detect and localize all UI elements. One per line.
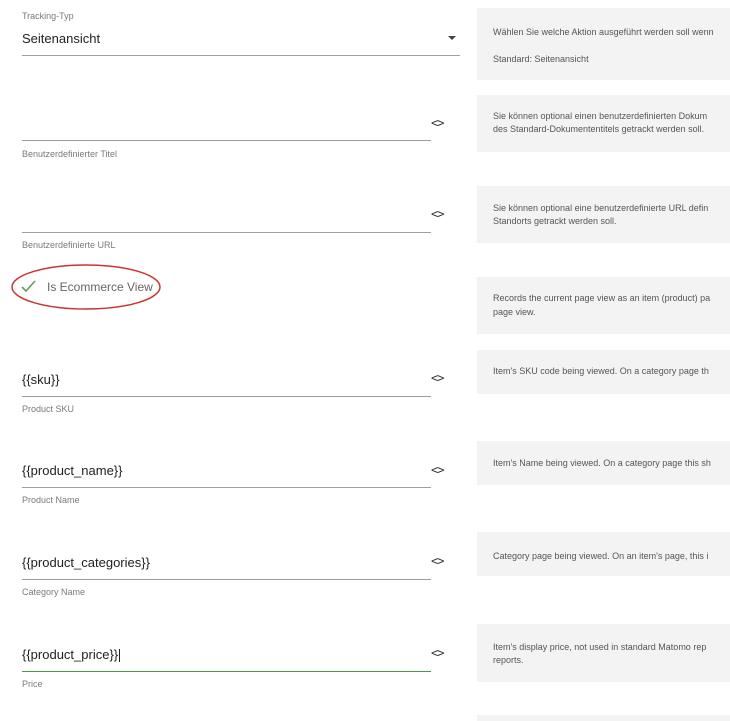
custom-url-help-line2: Standorts getrackt werden soll.: [493, 216, 617, 226]
category-name-input[interactable]: {{product_categories}}: [22, 549, 431, 580]
custom-title-underline: [22, 140, 431, 141]
custom-url-label: Benutzerdefinierte URL: [22, 240, 116, 250]
code-variable-icon[interactable]: <>: [431, 646, 444, 660]
code-variable-icon[interactable]: <>: [431, 371, 444, 385]
next-help-box: [477, 715, 730, 721]
product-name-help: Item's Name being viewed. On a category …: [477, 441, 730, 485]
ecommerce-view-help-line2: page view.: [493, 307, 536, 317]
product-name-value: {{product_name}}: [22, 463, 123, 478]
price-help-line1: Item's display price, not used in standa…: [493, 642, 707, 652]
code-variable-icon[interactable]: <>: [431, 463, 444, 477]
category-name-help-line1: Category page being viewed. On an item's…: [493, 551, 709, 561]
category-name-value: {{product_categories}}: [22, 555, 150, 570]
category-name-label: Category Name: [22, 587, 86, 597]
chevron-down-icon[interactable]: [448, 36, 456, 40]
code-variable-icon[interactable]: <>: [431, 207, 444, 221]
custom-title-help-line2: des Standard-Dokumententitels getrackt w…: [493, 124, 705, 134]
price-underline: [22, 671, 431, 672]
product-sku-label: Product SKU: [22, 404, 75, 414]
price-input[interactable]: {{product_price}}: [22, 641, 431, 672]
category-name-underline: [22, 579, 431, 580]
product-name-help-line1: Item's Name being viewed. On a category …: [493, 458, 711, 468]
price-help: Item's display price, not used in standa…: [477, 624, 730, 682]
custom-title-label: Benutzerdefinierter Titel: [22, 149, 118, 159]
custom-title-help-line1: Sie können optional einen benutzerdefini…: [493, 111, 708, 121]
product-name-input[interactable]: {{product_name}}: [22, 457, 431, 488]
tracking-type-select[interactable]: Seitenansicht: [22, 27, 460, 56]
product-sku-input[interactable]: {{sku}}: [22, 366, 431, 397]
ecommerce-view-label: Is Ecommerce View: [47, 280, 153, 294]
tracking-type-underline: [22, 55, 460, 56]
product-sku-help-line1: Item's SKU code being viewed. On a categ…: [493, 366, 709, 376]
tracking-type-help-default: Standard: Seitenansicht: [493, 54, 589, 64]
category-name-help: Category page being viewed. On an item's…: [477, 532, 730, 576]
product-name-label: Product Name: [22, 495, 80, 505]
text-caret: [119, 649, 121, 663]
price-value: {{product_price}}: [22, 647, 121, 663]
custom-title-help: Sie können optional einen benutzerdefini…: [477, 95, 730, 152]
custom-url-underline: [22, 232, 431, 233]
tracking-type-help: Wählen Sie welche Aktion ausgeführt werd…: [477, 8, 730, 80]
ecommerce-view-help: Records the current page view as an item…: [477, 277, 730, 334]
tracking-type-label: Tracking-Typ: [22, 11, 74, 21]
code-variable-icon[interactable]: <>: [431, 116, 444, 130]
price-help-line2: reports.: [493, 655, 524, 665]
checkmark-icon: [21, 280, 36, 293]
ecommerce-view-checkbox[interactable]: Is Ecommerce View: [20, 278, 155, 296]
custom-url-help: Sie können optional eine benutzerdefinie…: [477, 186, 730, 243]
product-sku-underline: [22, 396, 431, 397]
tracking-type-value: Seitenansicht: [22, 31, 101, 46]
price-value-text: {{product_price}}: [22, 647, 119, 662]
tracking-type-help-text: Wählen Sie welche Aktion ausgeführt werd…: [493, 27, 714, 37]
custom-url-help-line1: Sie können optional eine benutzerdefinie…: [493, 203, 709, 213]
code-variable-icon[interactable]: <>: [431, 554, 444, 568]
ecommerce-view-help-line1: Records the current page view as an item…: [493, 293, 711, 303]
product-name-underline: [22, 487, 431, 488]
product-sku-value: {{sku}}: [22, 372, 60, 387]
price-label: Price: [22, 679, 43, 689]
product-sku-help: Item's SKU code being viewed. On a categ…: [477, 350, 730, 394]
custom-url-input[interactable]: [22, 202, 431, 233]
custom-title-input[interactable]: [22, 110, 431, 141]
